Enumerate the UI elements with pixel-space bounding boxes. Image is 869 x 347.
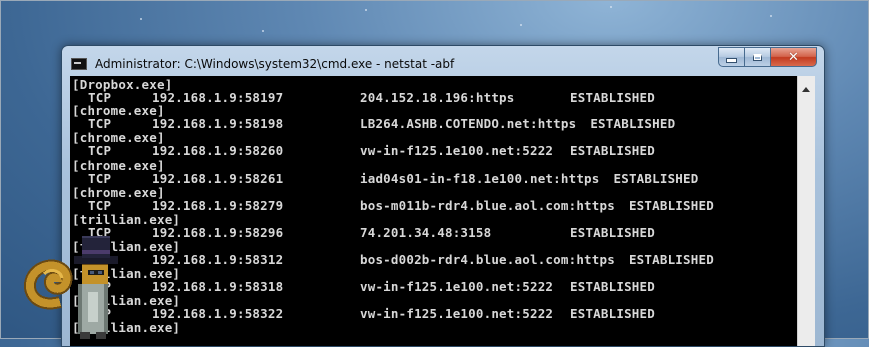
foreign-address: 74.201.34.48:3158 (360, 225, 492, 240)
process-name-line: [chrome.exe] (72, 103, 165, 118)
foreign-address: LB264.ASHB.COTENDO.net:https (360, 116, 577, 131)
console-output[interactable]: [Dropbox.exe] TCP 192.168.1.9:58197 204.152… (70, 76, 797, 346)
background-star (770, 15, 772, 17)
protocol: TCP (88, 198, 112, 213)
connection-state: ESTABLISHED (570, 306, 655, 321)
foreign-address: vw-in-f125.1e100.net:5222 (360, 143, 554, 158)
caption-buttons: ✕ (718, 47, 817, 67)
protocol: TCP (88, 171, 112, 186)
background-star (140, 18, 142, 20)
foreign-address: iad04s01-in-f18.1e100.net:https (360, 171, 600, 186)
cmd-icon[interactable] (71, 58, 87, 70)
close-icon: ✕ (788, 49, 799, 65)
connection-state: ESTABLISHED (628, 252, 714, 267)
connection-state: ESTABLISHED (590, 116, 676, 131)
scroll-up-arrow-icon[interactable] (802, 87, 810, 92)
foreign-address: bos-m011b-rdr4.blue.aol.com:https (360, 198, 615, 213)
vertical-scrollbar[interactable] (797, 76, 815, 346)
connection-state: ESTABLISHED (628, 198, 714, 213)
local-address: 192.168.1.9:58318 (152, 279, 284, 294)
foreign-address: vw-in-f125.1e100.net:5222 (360, 279, 554, 294)
protocol: TCP (88, 143, 112, 158)
minimize-icon (726, 57, 737, 63)
background-star (262, 30, 264, 32)
title-bar[interactable]: Administrator: C:\Windows\system32\cmd.e… (62, 46, 824, 76)
local-address: 192.168.1.9:58279 (152, 198, 284, 213)
foreign-address: bos-d002b-rdr4.blue.aol.com:https (360, 252, 615, 267)
foreign-address: 204.152.18.196:https (360, 90, 515, 105)
maximize-button[interactable] (745, 47, 771, 67)
local-address: 192.168.1.9:58261 (152, 171, 284, 186)
process-name-line: [chrome.exe] (72, 158, 165, 173)
background-star (610, 6, 612, 8)
foreign-address: vw-in-f125.1e100.net:5222 (360, 306, 554, 321)
maximize-icon (753, 53, 762, 61)
window-title: Administrator: C:\Windows\system32\cmd.e… (95, 57, 455, 71)
connection-state: ESTABLISHED (570, 279, 655, 294)
close-button[interactable]: ✕ (771, 47, 817, 67)
local-address: 192.168.1.9:58260 (152, 143, 284, 158)
cmd-window: Administrator: C:\Windows\system32\cmd.e… (61, 45, 825, 347)
background-star (520, 24, 522, 26)
background-star (365, 9, 367, 11)
local-address: 192.168.1.9:58296 (152, 225, 284, 240)
process-name-line: [chrome.exe] (72, 130, 165, 145)
minimize-button[interactable] (718, 47, 745, 67)
local-address: 192.168.1.9:58322 (152, 306, 284, 321)
process-name-line: [chrome.exe] (72, 185, 165, 200)
squirrel-spy-mascot (23, 236, 118, 339)
local-address: 192.168.1.9:58312 (152, 252, 284, 267)
local-address: 192.168.1.9:58197 (152, 90, 284, 105)
connection-state: ESTABLISHED (570, 225, 655, 240)
connection-state: ESTABLISHED (613, 171, 699, 186)
local-address: 192.168.1.9:58198 (152, 116, 284, 131)
connection-state: ESTABLISHED (570, 90, 655, 105)
protocol: TCP (88, 116, 112, 131)
connection-state: ESTABLISHED (570, 143, 655, 158)
